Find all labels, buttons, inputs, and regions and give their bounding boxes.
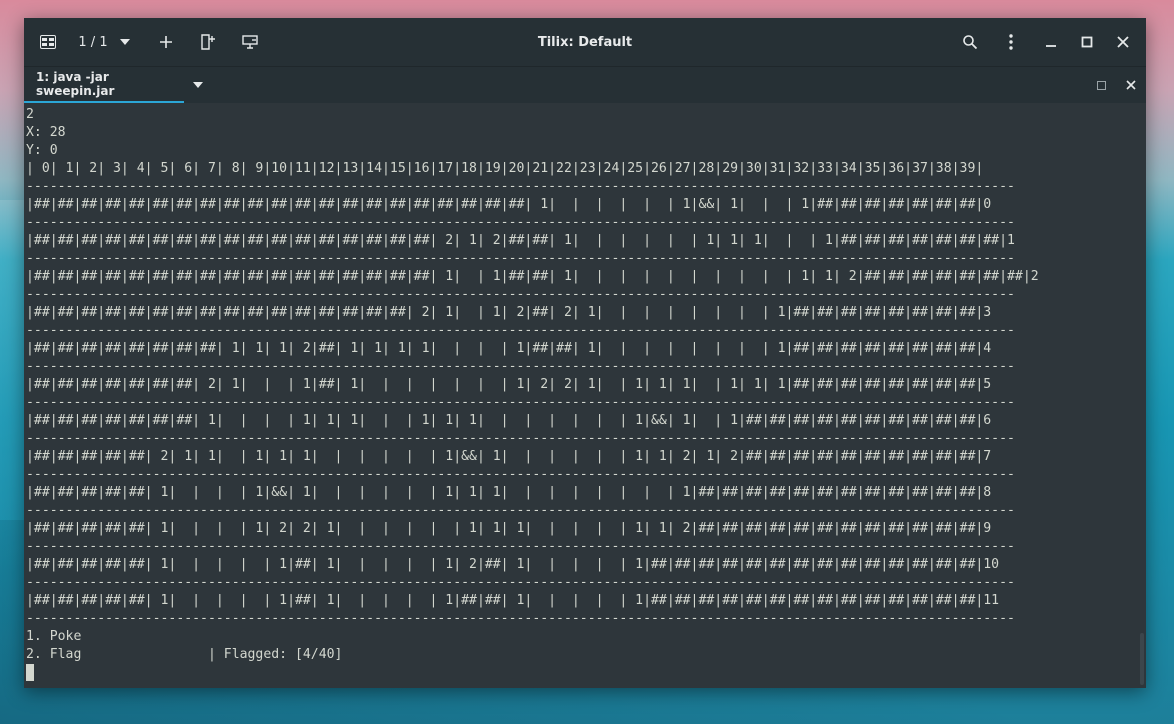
- terminal-line: ----------------------------------------…: [26, 215, 1015, 230]
- maximize-icon[interactable]: [1076, 18, 1098, 66]
- terminal-line: ----------------------------------------…: [26, 179, 1015, 194]
- kebab-menu-icon[interactable]: [1000, 18, 1022, 66]
- terminal-line: |##|##|##|##|##|##|##|##| 1| 1| 1| 2|##|…: [26, 341, 992, 356]
- terminal-line: |##|##|##|##|##| 2| 1| 1| | 1| 1| 1| | |…: [26, 449, 992, 464]
- terminal-line: ----------------------------------------…: [26, 575, 1015, 590]
- title-bar: 1 / 1 Tilix: Default: [24, 18, 1146, 66]
- text-cursor: [26, 664, 34, 681]
- window-title: Tilix: Default: [537, 34, 633, 50]
- close-icon[interactable]: [1122, 67, 1140, 103]
- terminal-line: |##|##|##|##|##|##|##| 2| 1| | | 1|##| 1…: [26, 377, 992, 392]
- terminal-line: |##|##|##|##|##|##|##| 1| | | | 1| 1| 1|…: [26, 413, 992, 428]
- minimize-icon[interactable]: [1040, 18, 1062, 66]
- terminal-line: ----------------------------------------…: [26, 503, 1015, 518]
- terminal-window: 1 / 1 Tilix: Default 1: java -jar sweepi…: [24, 18, 1146, 688]
- scrollbar[interactable]: [1140, 633, 1144, 685]
- terminal-line: 1. Poke: [26, 629, 82, 644]
- search-icon[interactable]: [958, 18, 982, 66]
- add-terminal-icon[interactable]: [196, 18, 220, 66]
- terminal-line: ----------------------------------------…: [26, 287, 1015, 302]
- terminal-line: ----------------------------------------…: [26, 323, 1015, 338]
- terminal-line: ----------------------------------------…: [26, 467, 1015, 482]
- terminal-line: ----------------------------------------…: [26, 251, 1015, 266]
- terminal-line: Y: 0: [26, 143, 58, 158]
- terminal-pane[interactable]: 2 X: 28 Y: 0 | 0| 1| 2| 3| 4| 5| 6| 7| 8…: [24, 103, 1146, 688]
- terminal-output: 2 X: 28 Y: 0 | 0| 1| 2| 3| 4| 5| 6| 7| 8…: [26, 106, 1039, 664]
- terminal-line: ----------------------------------------…: [26, 539, 1015, 554]
- terminal-line: |##|##|##|##|##|##|##|##|##|##|##|##|##|…: [26, 197, 992, 212]
- terminal-line: ----------------------------------------…: [26, 611, 1015, 626]
- session-count-label: 1 / 1: [78, 34, 108, 50]
- tab-bar: 1: java -jar sweepin.jar: [24, 66, 1146, 103]
- tab-label: 1: java -jar sweepin.jar: [36, 70, 115, 98]
- tab-session-1[interactable]: 1: java -jar sweepin.jar: [24, 67, 184, 103]
- plus-icon[interactable]: [154, 18, 178, 66]
- terminal-line: X: 28: [26, 125, 66, 140]
- terminal-line: 2. Flag | Flagged: [4/40]: [26, 647, 343, 662]
- terminal-line: |##|##|##|##|##| 1| | | | | 1|##| 1| | |…: [26, 593, 1000, 608]
- terminal-line: |##|##|##|##|##| 1| | | | | 1|##| 1| | |…: [26, 557, 1000, 572]
- terminal-line: |##|##|##|##|##|##|##|##|##|##|##|##|##|…: [26, 269, 1039, 284]
- sync-input-icon[interactable]: [238, 18, 262, 66]
- terminal-line: |##|##|##|##|##| 1| | | | 1|&&| 1| | | |…: [26, 485, 992, 500]
- terminal-line: | 0| 1| 2| 3| 4| 5| 6| 7| 8| 9|10|11|12|…: [26, 161, 984, 176]
- terminal-line: ----------------------------------------…: [26, 431, 1015, 446]
- terminal-line: 2: [26, 107, 34, 122]
- terminal-line: |##|##|##|##|##|##|##|##|##|##|##|##|##|…: [26, 233, 1015, 248]
- terminal-line: ----------------------------------------…: [26, 359, 1015, 374]
- chevron-down-icon[interactable]: [190, 67, 206, 103]
- session-switcher[interactable]: 1 / 1: [76, 18, 132, 66]
- terminal-line: |##|##|##|##|##|##|##|##|##|##|##|##|##|…: [26, 305, 992, 320]
- terminal-line: ----------------------------------------…: [26, 395, 1015, 410]
- terminal-app-icon[interactable]: [34, 18, 62, 66]
- pane-maximize-icon[interactable]: [1092, 67, 1110, 103]
- close-icon[interactable]: [1112, 18, 1134, 66]
- chevron-down-icon: [119, 39, 130, 45]
- terminal-line: |##|##|##|##|##| 1| | | | 1| 2| 2| 1| | …: [26, 521, 992, 536]
